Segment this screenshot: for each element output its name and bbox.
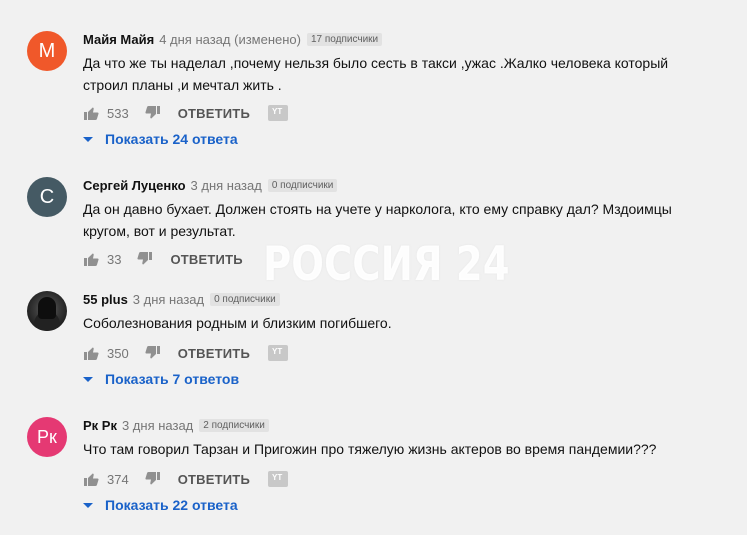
comment-meta: 55 plus 3 дня назад 0 подписчики <box>83 292 280 307</box>
timestamp[interactable]: 3 дня назад <box>133 292 204 307</box>
like-count: 374 <box>107 471 129 487</box>
subscriber-badge: 17 подписчики <box>306 33 383 46</box>
thumbs-down-icon[interactable] <box>145 345 161 361</box>
chevron-down-icon <box>83 376 93 382</box>
comment-text: Что там говорил Тарзан и Пригожин про тя… <box>83 438 703 460</box>
show-replies-label: Показать 7 ответов <box>105 371 240 387</box>
comment-text: Да что же ты наделал ,почему нельзя было… <box>83 52 703 96</box>
comment-actions: 33 ОТВЕТИТЬ <box>83 249 243 269</box>
tag-text: YT <box>271 347 283 356</box>
subscriber-badge: 2 подписчики <box>199 419 269 432</box>
reply-button[interactable]: ОТВЕТИТЬ <box>178 106 250 121</box>
tag-text: YT <box>271 107 283 116</box>
reply-button[interactable]: ОТВЕТИТЬ <box>178 346 250 361</box>
comment-actions: 533 ОТВЕТИТЬ YT <box>83 103 288 123</box>
avatar[interactable]: M <box>27 31 67 71</box>
show-replies-label: Показать 24 ответа <box>105 131 238 147</box>
author-name[interactable]: Рк Рк <box>83 418 117 433</box>
thumbs-up-icon[interactable] <box>83 105 99 121</box>
comment-text-line: Да что же ты наделал ,почему нельзя было… <box>83 55 669 71</box>
timestamp[interactable]: 4 дня назад (изменено) <box>159 32 301 47</box>
comment-text-line: Соболезнования родным и близким погибшег… <box>83 315 392 331</box>
thumbs-down-icon[interactable] <box>145 471 161 487</box>
tag-text: YT <box>271 473 283 482</box>
comment-actions: 350 ОТВЕТИТЬ YT <box>83 343 288 363</box>
show-replies-button[interactable]: Показать 7 ответов <box>83 371 239 387</box>
subscriber-badge: 0 подписчики <box>210 293 280 306</box>
creator-tag-icon: YT <box>267 471 288 487</box>
avatar[interactable] <box>27 291 67 331</box>
comment-actions: 374 ОТВЕТИТЬ YT <box>83 469 288 489</box>
comment-text-line: Что там говорил Тарзан и Пригожин про тя… <box>83 441 657 457</box>
comment-text: Да он давно бухает. Должен стоять на уче… <box>83 198 703 242</box>
like-count: 33 <box>107 251 122 267</box>
comment-text: Соболезнования родным и близким погибшег… <box>83 312 703 334</box>
comment-text-line: строил планы ,и мечтал жить . <box>83 77 282 93</box>
creator-tag-icon: YT <box>267 345 288 361</box>
like-count: 350 <box>107 345 129 361</box>
subscriber-badge: 0 подписчики <box>267 179 338 192</box>
show-replies-button[interactable]: Показать 24 ответа <box>83 131 238 147</box>
comment-meta: Рк Рк 3 дня назад 2 подписчики <box>83 418 269 433</box>
show-replies-label: Показать 22 ответа <box>105 497 238 513</box>
chevron-down-icon <box>83 136 93 142</box>
thumbs-up-icon[interactable] <box>83 471 99 487</box>
thumbs-down-icon[interactable] <box>145 105 161 121</box>
avatar[interactable]: С <box>27 177 67 217</box>
like-count: 533 <box>107 105 129 121</box>
reply-button[interactable]: ОТВЕТИТЬ <box>170 252 242 267</box>
comment-text-line: Да он давно бухает. Должен стоять на уче… <box>83 201 672 217</box>
channel-watermark: РОССИЯ 24 <box>263 237 510 292</box>
author-name[interactable]: Сергей Луценко <box>83 178 186 193</box>
thumbs-down-icon[interactable] <box>137 251 153 267</box>
timestamp[interactable]: 3 дня назад <box>191 178 262 193</box>
show-replies-button[interactable]: Показать 22 ответа <box>83 497 238 513</box>
comment-meta: Майя Майя 4 дня назад (изменено) 17 подп… <box>83 32 383 47</box>
avatar[interactable]: Рк <box>27 417 67 457</box>
thumbs-up-icon[interactable] <box>83 251 99 267</box>
thumbs-up-icon[interactable] <box>83 345 99 361</box>
comment-meta: Сергей Луценко 3 дня назад 0 подписчики <box>83 178 338 193</box>
creator-tag-icon: YT <box>267 105 288 121</box>
timestamp[interactable]: 3 дня назад <box>122 418 193 433</box>
author-name[interactable]: 55 plus <box>83 292 128 307</box>
chevron-down-icon <box>83 502 93 508</box>
author-name[interactable]: Майя Майя <box>83 32 154 47</box>
reply-button[interactable]: ОТВЕТИТЬ <box>178 472 250 487</box>
